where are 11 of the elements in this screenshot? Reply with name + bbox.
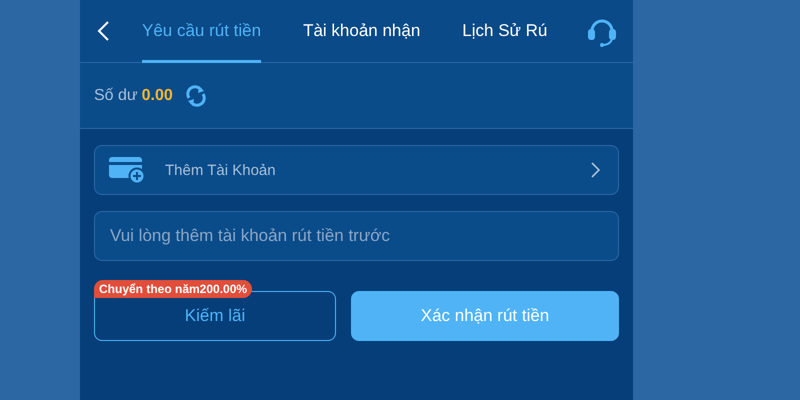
- balance-value: 0.00: [142, 86, 173, 104]
- tab[interactable]: Lịch Sử Rú: [462, 0, 548, 62]
- refresh-icon[interactable]: [184, 84, 207, 106]
- wallet-plus-icon: [109, 157, 145, 183]
- chevron-right-icon: [590, 162, 600, 178]
- add-account-label: Thêm Tài Khoản: [165, 162, 277, 178]
- amount-field[interactable]: Vui lòng thêm tài khoản rút tiền trước: [94, 211, 619, 261]
- add-account-row[interactable]: Thêm Tài Khoản: [94, 145, 619, 195]
- rate-badge: Chuyển theo năm200.00%: [94, 280, 252, 298]
- tab[interactable]: Tài khoản nhận: [303, 0, 420, 62]
- balance-label: Số dư: [94, 86, 138, 104]
